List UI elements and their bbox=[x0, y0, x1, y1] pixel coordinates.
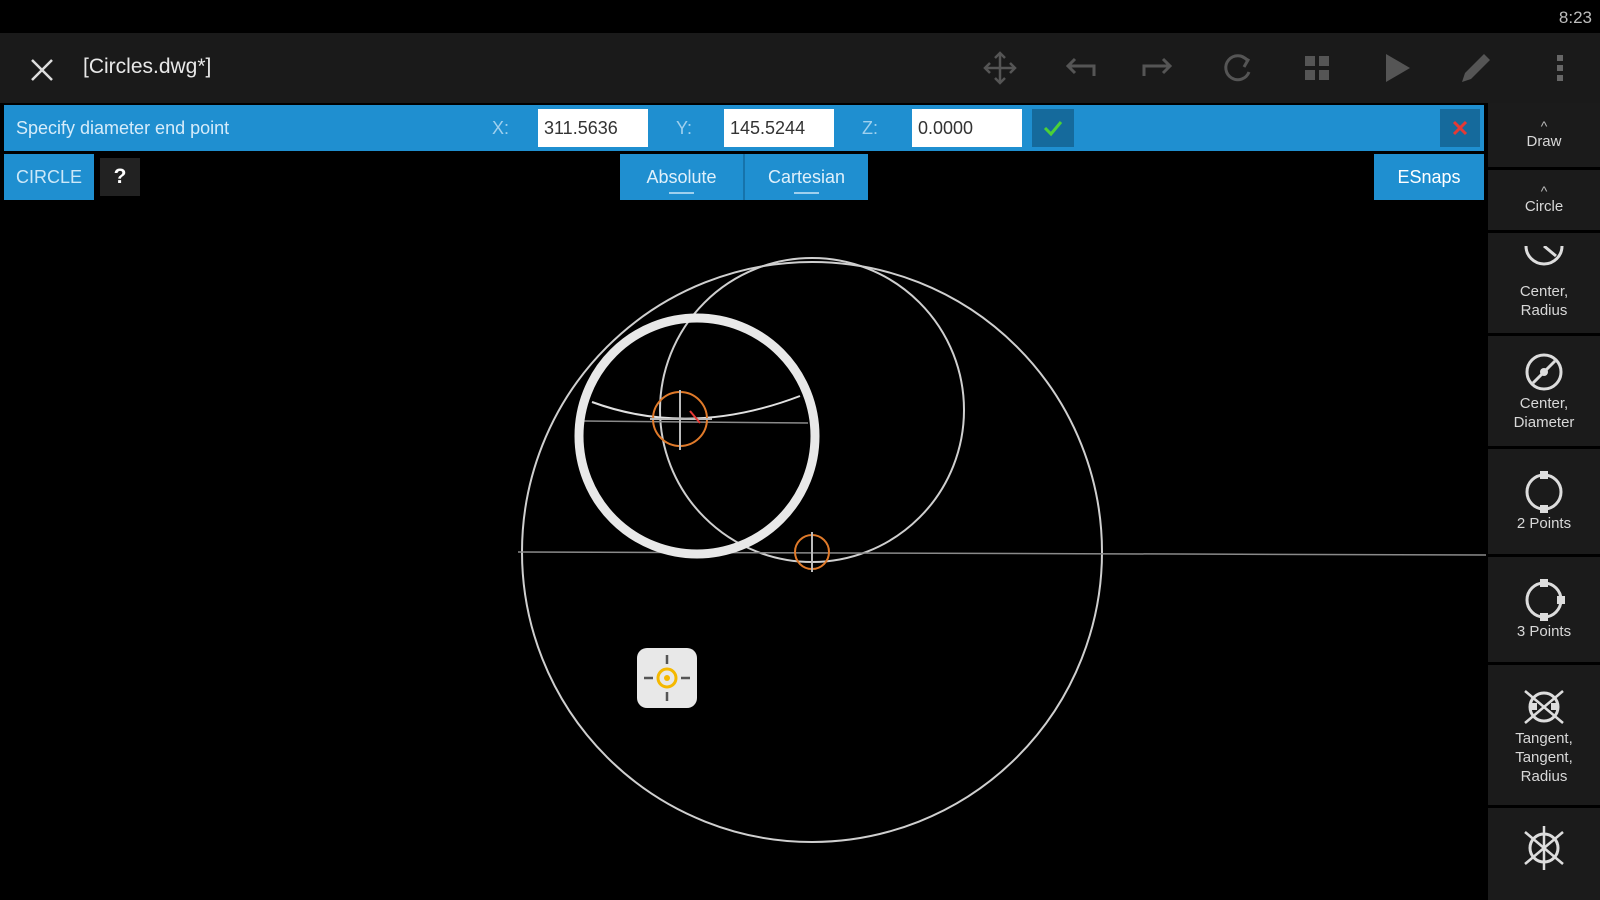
close-button[interactable] bbox=[22, 50, 62, 90]
tangent-tangent-tangent-tool[interactable] bbox=[1488, 808, 1600, 900]
z-label: Z: bbox=[862, 118, 878, 138]
tangent-tangent-tangent-icon bbox=[1524, 826, 1564, 870]
three-points-circle-icon bbox=[1525, 579, 1565, 621]
center-radius-tool[interactable]: Center, Radius bbox=[1488, 233, 1600, 333]
tangent-tangent-radius-icon bbox=[1524, 689, 1564, 724]
overflow-menu-icon bbox=[1557, 55, 1563, 81]
cancel-button[interactable] bbox=[1440, 109, 1480, 147]
z-coordinate-input[interactable] bbox=[912, 109, 1022, 147]
y-label: Y: bbox=[676, 118, 693, 138]
draw-label: Draw bbox=[1526, 132, 1562, 150]
close-icon bbox=[31, 59, 53, 81]
three-points-tool[interactable]: 3 Points bbox=[1488, 557, 1600, 662]
tool-panel: ^ Draw ^ Circle Center, Radius Center, D… bbox=[1488, 103, 1600, 900]
help-button[interactable]: ? bbox=[100, 158, 140, 196]
edit-button[interactable] bbox=[1454, 48, 1498, 88]
play-icon bbox=[1386, 54, 1410, 82]
close-icon bbox=[1452, 120, 1468, 136]
three-points-label: 3 Points bbox=[1516, 623, 1572, 640]
absolute-mode-button[interactable]: Absolute bbox=[620, 154, 745, 200]
center-diameter-label: Center, Diameter bbox=[1513, 395, 1575, 431]
redo-icon bbox=[1142, 57, 1173, 76]
pencil-icon bbox=[1462, 54, 1490, 82]
magnifier-lens bbox=[574, 313, 820, 559]
cartesian-mode-button[interactable]: Cartesian bbox=[745, 154, 868, 200]
prompt-text: Specify diameter end point bbox=[16, 118, 230, 138]
document-title: [Circles.dwg*] bbox=[83, 55, 212, 78]
center-diameter-icon bbox=[1525, 353, 1563, 391]
circle-label: Circle bbox=[1524, 197, 1564, 215]
top-toolbar: [Circles.dwg*] bbox=[0, 33, 1600, 103]
circle-category-button[interactable]: ^ Circle bbox=[1488, 170, 1600, 230]
arc-guide bbox=[591, 395, 801, 420]
center-radius-label: Center, Radius bbox=[1519, 283, 1569, 319]
tangent-tangent-radius-label: Tangent, Tangent, Radius bbox=[1515, 729, 1573, 785]
diameter-guide-line bbox=[583, 420, 809, 424]
crosshair-cursor[interactable] bbox=[637, 648, 697, 708]
two-points-circle-icon bbox=[1525, 471, 1563, 513]
status-bar: 8:23 bbox=[0, 0, 1600, 33]
center-radius-icon bbox=[1524, 246, 1564, 266]
drawing-canvas[interactable] bbox=[0, 200, 1486, 900]
confirm-button[interactable] bbox=[1032, 109, 1074, 147]
snap-marker-tangent bbox=[794, 532, 830, 572]
x-label: X: bbox=[492, 118, 510, 138]
pan-icon bbox=[983, 51, 1017, 85]
play-button[interactable] bbox=[1374, 48, 1418, 88]
command-name-button[interactable]: CIRCLE bbox=[4, 154, 94, 200]
draw-category-button[interactable]: ^ Draw bbox=[1488, 103, 1600, 167]
esnaps-button[interactable]: ESnaps bbox=[1374, 154, 1484, 200]
snap-marker-center bbox=[650, 390, 712, 450]
coordinate-mode-group: Absolute Cartesian bbox=[620, 154, 868, 200]
pan-button[interactable] bbox=[978, 48, 1022, 88]
rotate-icon bbox=[1224, 54, 1251, 82]
command-prompt-bar: Specify diameter end point X: Y: Z: bbox=[4, 105, 1484, 151]
undo-button[interactable] bbox=[1058, 48, 1102, 88]
center-diameter-tool[interactable]: Center, Diameter bbox=[1488, 336, 1600, 446]
y-coordinate-input[interactable] bbox=[724, 109, 834, 147]
grid-icon bbox=[1305, 56, 1329, 80]
tangent-tangent-radius-tool[interactable]: Tangent, Tangent, Radius bbox=[1488, 665, 1600, 805]
overflow-menu-button[interactable] bbox=[1538, 48, 1582, 88]
grid-button[interactable] bbox=[1295, 48, 1339, 88]
x-coordinate-input[interactable] bbox=[538, 109, 648, 147]
two-points-label: 2 Points bbox=[1516, 515, 1572, 532]
two-points-tool[interactable]: 2 Points bbox=[1488, 449, 1600, 554]
rotate-button[interactable] bbox=[1215, 48, 1259, 88]
status-time: 8:23 bbox=[1558, 8, 1592, 27]
undo-icon bbox=[1065, 57, 1096, 76]
redo-button[interactable] bbox=[1136, 48, 1180, 88]
caret-up-icon: ^ bbox=[1540, 117, 1548, 134]
caret-up-icon: ^ bbox=[1540, 182, 1548, 199]
checkmark-icon bbox=[1043, 121, 1063, 137]
